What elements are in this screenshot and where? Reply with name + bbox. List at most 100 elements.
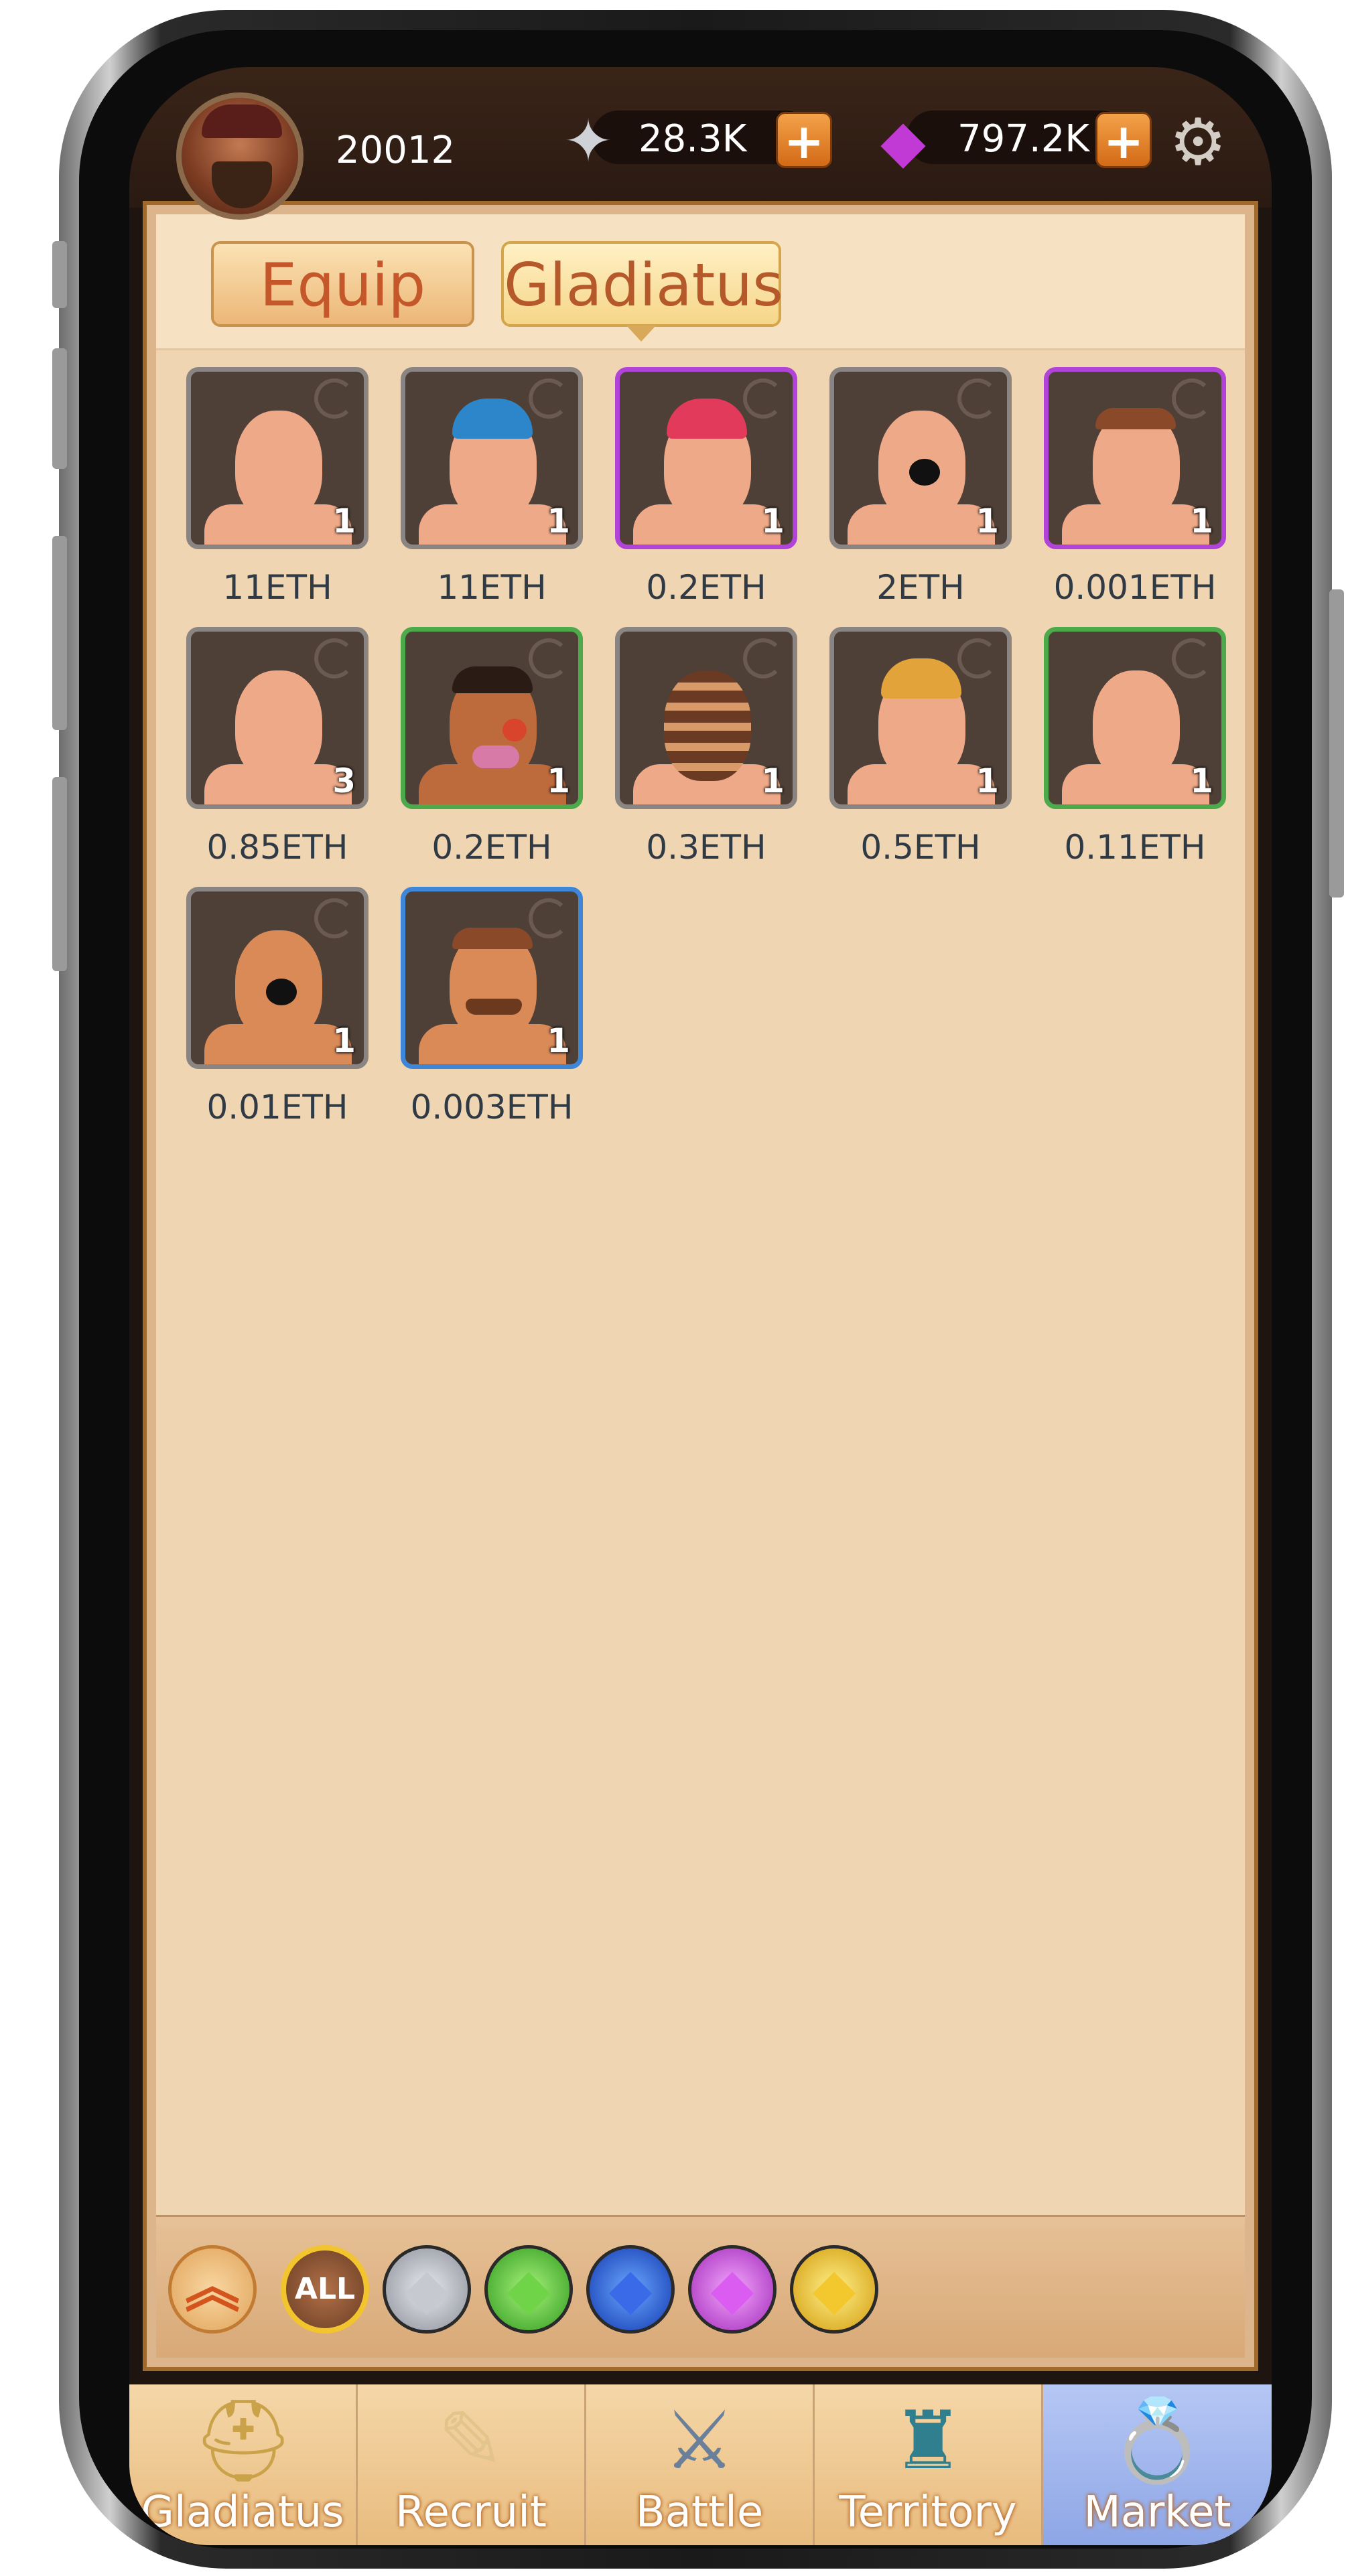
- nav-label: Gladiatus: [141, 2488, 344, 2537]
- nav-label: Market: [1083, 2488, 1231, 2537]
- side-button: [52, 348, 67, 469]
- swirl-ornament: [529, 638, 569, 678]
- gladiator-hair: [452, 399, 533, 439]
- nav-label: Recruit: [395, 2488, 547, 2537]
- nav-territory[interactable]: ♜ Territory: [815, 2384, 1043, 2545]
- swirl-ornament: [314, 378, 354, 419]
- swirl-ornament: [1172, 378, 1212, 419]
- gladiator-price: 0.3ETH: [646, 828, 766, 867]
- gladiator-portrait: 1: [615, 367, 797, 549]
- filter-gold-gem-icon[interactable]: ◆: [790, 2245, 878, 2334]
- gladiator-price: 0.11ETH: [1064, 828, 1206, 867]
- gladiator-count: 3: [332, 762, 356, 800]
- filter-white-gem-icon[interactable]: ◆: [383, 2245, 471, 2334]
- gladiator-portrait: 3: [186, 627, 368, 809]
- add-silver-button[interactable]: +: [776, 112, 832, 169]
- top-status-bar: 20012 ✦ 28.3K + ◆ 797.2K + ⚙: [129, 67, 1272, 220]
- swirl-ornament: [743, 638, 783, 678]
- bottom-nav: ⛑ Gladiatus ✎ Recruit ⚔ Battle ♜ Territo…: [129, 2384, 1272, 2545]
- gladiator-head: [235, 411, 322, 521]
- gladiator-count: 1: [761, 762, 785, 800]
- gladiator-count: 1: [761, 502, 785, 541]
- swirl-ornament: [957, 638, 998, 678]
- crossed-swords-icon: ⚔: [663, 2394, 736, 2488]
- gladiator-count: 1: [547, 762, 570, 800]
- swirl-ornament: [314, 638, 354, 678]
- gear-icon[interactable]: ⚙: [1164, 109, 1231, 175]
- nav-label: Battle: [635, 2488, 764, 2537]
- tab-strip: Equip Gladiatus: [156, 214, 1245, 350]
- gladiator-count: 1: [1190, 502, 1213, 541]
- gladiator-hair: [881, 658, 961, 699]
- market-panel: Equip Gladiatus 1 11ETH 1 11ETH 1 0.2ETH…: [143, 201, 1258, 2371]
- swirl-ornament: [743, 378, 783, 419]
- gladiator-price: 0.003ETH: [410, 1088, 574, 1127]
- gladiator-hair: [667, 399, 747, 439]
- gladiator-price: 11ETH: [222, 568, 332, 607]
- player-id: 20012: [336, 129, 456, 172]
- swirl-ornament: [957, 378, 998, 419]
- gladiator-moustache: [466, 999, 522, 1015]
- gladiator-hair: [452, 666, 533, 693]
- gladiator-price: 2ETH: [876, 568, 965, 607]
- tab-gladiatus[interactable]: Gladiatus: [501, 241, 783, 342]
- swirl-ornament: [1172, 638, 1212, 678]
- gladiator-hair: [452, 928, 533, 949]
- gladiator-price: 0.5ETH: [860, 828, 981, 867]
- ring-icon: 💍: [1107, 2394, 1208, 2488]
- filter-purple-gem-icon[interactable]: ◆: [688, 2245, 777, 2334]
- gladiator-count: 1: [975, 762, 999, 800]
- add-gems-button[interactable]: +: [1095, 112, 1152, 169]
- gladiator-portrait: 1: [186, 887, 368, 1069]
- gladiator-price: 11ETH: [437, 568, 547, 607]
- tab-equip[interactable]: Equip: [211, 241, 474, 327]
- side-button: [1329, 589, 1344, 898]
- collapse-up-button[interactable]: ︽: [168, 2245, 257, 2334]
- silver-coin-icon: ✦: [563, 106, 613, 175]
- nav-gladiatus[interactable]: ⛑ Gladiatus: [129, 2384, 358, 2545]
- filter-blue-gem-icon[interactable]: ◆: [586, 2245, 675, 2334]
- gladiator-price: 0.2ETH: [646, 568, 766, 607]
- gladiator-price: 0.01ETH: [206, 1088, 348, 1127]
- swirl-ornament: [314, 898, 354, 938]
- gladiator-portrait: 1: [1044, 627, 1226, 809]
- side-button: [52, 241, 67, 308]
- nav-market[interactable]: 💍 Market: [1043, 2384, 1272, 2545]
- gladiator-portrait: 1: [401, 627, 583, 809]
- eyepatch: [909, 459, 940, 486]
- gladiator-count: 1: [975, 502, 999, 541]
- avatar-beard: [212, 161, 272, 208]
- gladiator-lips: [472, 745, 519, 768]
- gladiator-count: 1: [1190, 762, 1213, 800]
- filter-green-gem-icon[interactable]: ◆: [484, 2245, 573, 2334]
- nav-recruit[interactable]: ✎ Recruit: [358, 2384, 586, 2545]
- nav-battle[interactable]: ⚔ Battle: [586, 2384, 815, 2545]
- tower-icon: ♜: [892, 2394, 964, 2488]
- gladiator-portrait: 1: [1044, 367, 1226, 549]
- gladiator-portrait: 1: [186, 367, 368, 549]
- gladiator-portrait: 1: [401, 887, 583, 1069]
- gem-amount: 797.2K: [957, 117, 1090, 161]
- gladiator-nose: [502, 719, 527, 741]
- gladiator-head: [235, 670, 322, 781]
- gladiator-portrait: 1: [829, 367, 1012, 549]
- silver-amount: 28.3K: [638, 117, 747, 161]
- gladiator-price: 0.85ETH: [206, 828, 348, 867]
- scroll-icon: ✎: [437, 2394, 505, 2488]
- swirl-ornament: [529, 378, 569, 419]
- helmet-icon: ⛑: [192, 2394, 295, 2488]
- gladiator-price: 0.001ETH: [1053, 568, 1217, 607]
- gladiator-count: 1: [547, 502, 570, 541]
- gladiator-count: 1: [547, 1021, 570, 1060]
- player-avatar[interactable]: [176, 92, 304, 220]
- gladiator-hair: [1095, 408, 1176, 429]
- eyepatch: [266, 979, 297, 1005]
- gladiator-portrait: 1: [615, 627, 797, 809]
- filter-all-button[interactable]: ALL: [281, 2245, 369, 2334]
- avatar-hat: [202, 104, 282, 138]
- gladiator-price: 0.2ETH: [431, 828, 552, 867]
- gem-icon: ◆: [880, 106, 926, 175]
- rarity-filter-bar: ︽ ALL ◆ ◆ ◆ ◆ ◆: [156, 2215, 1245, 2358]
- gladiator-count: 1: [332, 502, 356, 541]
- side-button: [52, 777, 67, 971]
